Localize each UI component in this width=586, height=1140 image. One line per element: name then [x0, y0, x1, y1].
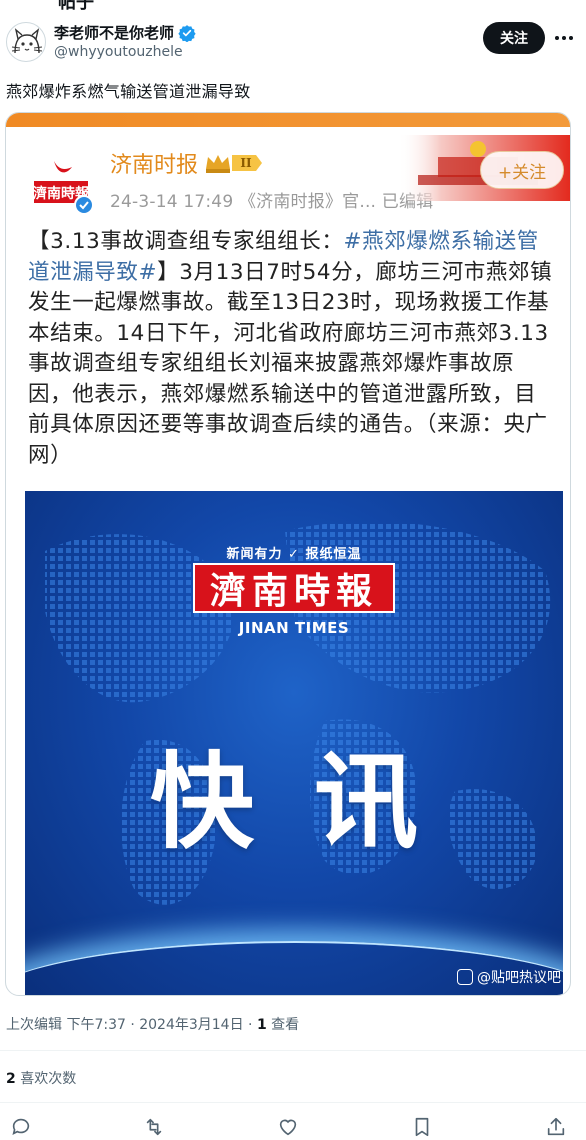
likes-count: 2	[6, 1071, 16, 1087]
retweet-icon[interactable]	[143, 1116, 165, 1138]
page-header-title: 帖子	[58, 0, 94, 13]
weibo-body-prefix: 【3.13事故调查组专家组组长：	[28, 229, 344, 254]
news-slogan: 新闻有力 ✓ 报纸恒温	[226, 547, 362, 562]
divider	[0, 1050, 586, 1051]
views-label: 查看	[271, 1017, 300, 1033]
weibo-post-body: 【3.13事故调查组专家组组长：#燕郊爆燃系输送管道泄漏导致#】3月13日7时5…	[28, 227, 558, 471]
views-count: 1	[256, 1017, 267, 1033]
weibo-account-name: 济南时报	[110, 153, 199, 178]
share-icon[interactable]	[545, 1116, 567, 1138]
tweet-author: 李老师不是你老师 @whyyoutouzhele 关注	[0, 16, 586, 64]
news-flash-headline: 快讯	[149, 741, 478, 863]
news-flash-image: 新闻有力 ✓ 报纸恒温 濟南時報 JINAN TIMES 快讯 @贴吧热议吧	[25, 491, 563, 995]
jinan-times-logo: 濟南時報	[193, 563, 395, 613]
weibo-post-meta: 24-3-14 17:49 《济南时报》官... 已编辑	[110, 192, 434, 212]
follow-button[interactable]: 关注	[483, 22, 545, 54]
author-name-row[interactable]: 李老师不是你老师	[54, 22, 196, 43]
author-handle[interactable]: @whyyoutouzhele	[54, 44, 183, 60]
weibo-account-row: 济南时报 II	[110, 147, 264, 179]
display-name[interactable]: 李老师不是你老师	[54, 22, 174, 43]
image-watermark: @贴吧热议吧	[457, 967, 561, 987]
tweet-action-bar	[0, 1112, 586, 1140]
svg-text:II: II	[240, 156, 252, 170]
like-icon[interactable]	[277, 1116, 299, 1138]
avatar[interactable]	[6, 22, 46, 62]
jinan-times-logo-en: JINAN TIMES	[238, 619, 350, 637]
tweet-timestamp[interactable]: 下午7:37 · 2024年3月14日	[66, 1017, 243, 1033]
divider	[0, 1102, 586, 1103]
verified-badge-icon	[178, 24, 196, 42]
more-options-icon[interactable]	[552, 28, 576, 48]
bookmark-icon[interactable]	[411, 1116, 433, 1138]
cat-sketch-icon	[11, 28, 43, 54]
watermark-text: @贴吧热议吧	[477, 970, 561, 986]
likes-label: 喜欢次数	[20, 1071, 77, 1087]
media-top-bar	[6, 113, 570, 127]
weibo-body-rest: 】3月13日7时54分，廊坊三河市燕郊镇发生一起爆燃事故。截至13日23时，现场…	[28, 259, 553, 468]
crown-level-icon: II	[206, 155, 263, 173]
weibo-post-header: 濟南時報 济南时报 II 24-3-14 17:49 《济南时报》官... 已编…	[6, 127, 570, 215]
weibo-follow-button: +关注	[480, 151, 564, 189]
reply-icon[interactable]	[10, 1116, 32, 1138]
weibo-watermark-icon	[457, 969, 473, 985]
tweet-meta-line: 上次编辑 下午7:37 · 2024年3月14日 · 1 查看	[6, 1017, 300, 1033]
edited-label[interactable]: 上次编辑	[6, 1017, 62, 1033]
tweet-text: 燕郊爆炸系燃气输送管道泄漏导致	[6, 82, 251, 101]
likes-stat[interactable]: 2 喜欢次数	[6, 1068, 76, 1088]
tweet-media-image[interactable]: 濟南時報 济南时报 II 24-3-14 17:49 《济南时报》官... 已编…	[5, 112, 571, 996]
jinan-times-avatar-icon: 濟南時報	[29, 150, 94, 215]
